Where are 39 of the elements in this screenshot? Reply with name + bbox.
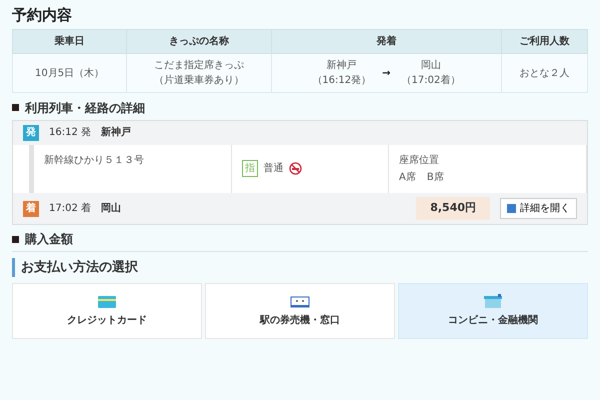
table-cell-text: （片道乗車券あり）	[153, 74, 246, 88]
section-title: お支払い方法の選択	[12, 258, 588, 277]
arrow-text: →	[382, 66, 391, 81]
table-cell: おとな２人	[501, 54, 588, 93]
column-header: 発着	[271, 30, 502, 54]
car-badge: 指	[242, 160, 258, 178]
station-name: 新神戸	[326, 58, 358, 74]
credit-card-icon	[97, 294, 118, 308]
payment-option[interactable]: コンビニ・金融機関	[398, 282, 588, 338]
seat-label: 座席位置	[399, 154, 440, 168]
car-type: 普通	[263, 162, 284, 176]
table-cell-text: こだま指定席きっぷ	[153, 58, 246, 74]
station-name: 岡山	[420, 58, 442, 74]
column-header: 乗車日	[12, 30, 127, 54]
section-title: 予約内容	[12, 5, 73, 26]
price-tag: 8,540円	[416, 197, 490, 220]
store-icon	[482, 294, 503, 308]
stop-badge: 発	[23, 124, 39, 140]
train-name: 新幹線ひかり５１３号	[44, 154, 144, 166]
payment-option[interactable]: 駅の券売機・窓口	[204, 282, 396, 338]
bullet-icon	[12, 104, 19, 112]
ticket-machine-icon	[290, 294, 310, 308]
column-header: きっぷの名称	[126, 30, 272, 54]
bullet-icon	[12, 236, 19, 243]
table-cell: 10月5日（木）	[12, 54, 127, 93]
stop-badge: 着	[23, 200, 39, 216]
seat-text: A席	[399, 170, 416, 186]
time-text: 17:02 着	[49, 202, 91, 216]
time-text: 16:12 発	[49, 126, 91, 140]
time-text: （16:12発）	[312, 74, 372, 88]
details-button[interactable]: 詳細を開く	[500, 198, 577, 219]
section-title: 利用列車・経路の詳細	[25, 100, 145, 117]
seat-text: B席	[426, 170, 444, 186]
station-name: 新神戸	[101, 125, 131, 140]
section-title: 購入金額	[25, 231, 73, 248]
payment-option[interactable]: クレジットカード	[12, 282, 202, 338]
time-text: （17:02着）	[402, 74, 460, 88]
station-name: 岡山	[101, 202, 121, 216]
column-header: ご利用人数	[501, 30, 588, 54]
